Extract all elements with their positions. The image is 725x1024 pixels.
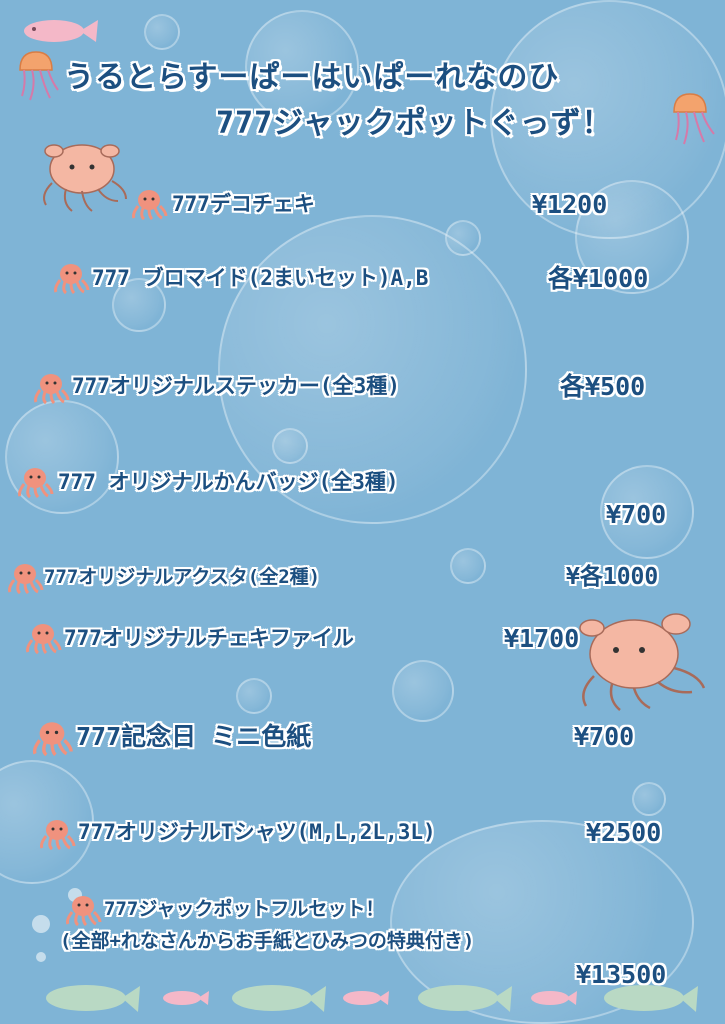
octopus-icon bbox=[8, 564, 44, 594]
bubble bbox=[236, 678, 272, 714]
item-price: ¥2500 bbox=[586, 818, 662, 847]
fish-icon bbox=[418, 985, 512, 1012]
item-price: ¥1700 bbox=[504, 624, 580, 653]
item-label-note: (全部+れなさんからお手紙とひみつの特典付き) bbox=[60, 930, 475, 952]
item-price: ¥700 bbox=[606, 500, 667, 529]
bubble bbox=[32, 915, 50, 933]
octopus-icon bbox=[54, 264, 90, 294]
bubble bbox=[632, 782, 666, 816]
item-label: 777記念日 ミニ色紙 bbox=[76, 722, 312, 751]
octopus-icon bbox=[40, 820, 76, 850]
item-price: 各¥500 bbox=[560, 372, 646, 401]
menu-poster: うるとらすーぱーはいぱーれなのひ 777ジャックポットぐっず！ 777デコチェキ… bbox=[0, 0, 725, 1024]
jellyfish-icon bbox=[673, 93, 715, 145]
item-price: ¥13500 bbox=[576, 960, 667, 989]
bubble bbox=[144, 14, 180, 50]
item-label: 777オリジナルステッカー(全3種) bbox=[72, 374, 400, 398]
octopus-icon bbox=[32, 722, 73, 756]
poster-title-line1: うるとらすーぱーはいぱーれなのひ bbox=[64, 60, 560, 95]
item-label: 777ジャックポットフルセット！ bbox=[104, 898, 385, 920]
fish-icon bbox=[232, 985, 326, 1012]
item-label: 777 ブロマイド(2まいセット)A,B bbox=[92, 266, 429, 290]
octopus-icon bbox=[26, 624, 62, 654]
fish-icon bbox=[163, 991, 209, 1005]
item-label: 777オリジナルチェキファイル bbox=[64, 626, 354, 650]
fish-icon bbox=[24, 20, 98, 42]
dumbo-octopus-icon bbox=[579, 613, 706, 711]
poster-title-line2: 777ジャックポットぐっず！ bbox=[216, 106, 613, 141]
fish-icon bbox=[531, 991, 577, 1005]
item-label: 777オリジナルTシャツ(M,L,2L,3L) bbox=[78, 820, 436, 844]
item-price: ¥700 bbox=[574, 722, 635, 751]
octopus-icon bbox=[132, 190, 168, 220]
bubble bbox=[445, 220, 481, 256]
item-price: 各¥1000 bbox=[548, 264, 649, 293]
fish-icon bbox=[343, 991, 389, 1005]
item-price: ¥各1000 bbox=[566, 564, 659, 590]
octopus-icon bbox=[66, 896, 102, 926]
bubble bbox=[272, 428, 308, 464]
dumbo-octopus-icon bbox=[43, 144, 127, 212]
octopus-icon bbox=[18, 468, 54, 498]
fish-icon bbox=[46, 985, 140, 1012]
item-price: ¥1200 bbox=[532, 190, 608, 219]
octopus-icon bbox=[34, 374, 70, 404]
item-label: 777デコチェキ bbox=[172, 192, 315, 216]
item-label: 777オリジナルアクスタ(全2種) bbox=[44, 566, 321, 588]
bubble bbox=[450, 548, 486, 584]
jellyfish-icon bbox=[19, 51, 59, 101]
bubble bbox=[392, 660, 454, 722]
item-label: 777 オリジナルかんバッジ(全3種) bbox=[58, 470, 399, 494]
bubble bbox=[36, 952, 46, 962]
